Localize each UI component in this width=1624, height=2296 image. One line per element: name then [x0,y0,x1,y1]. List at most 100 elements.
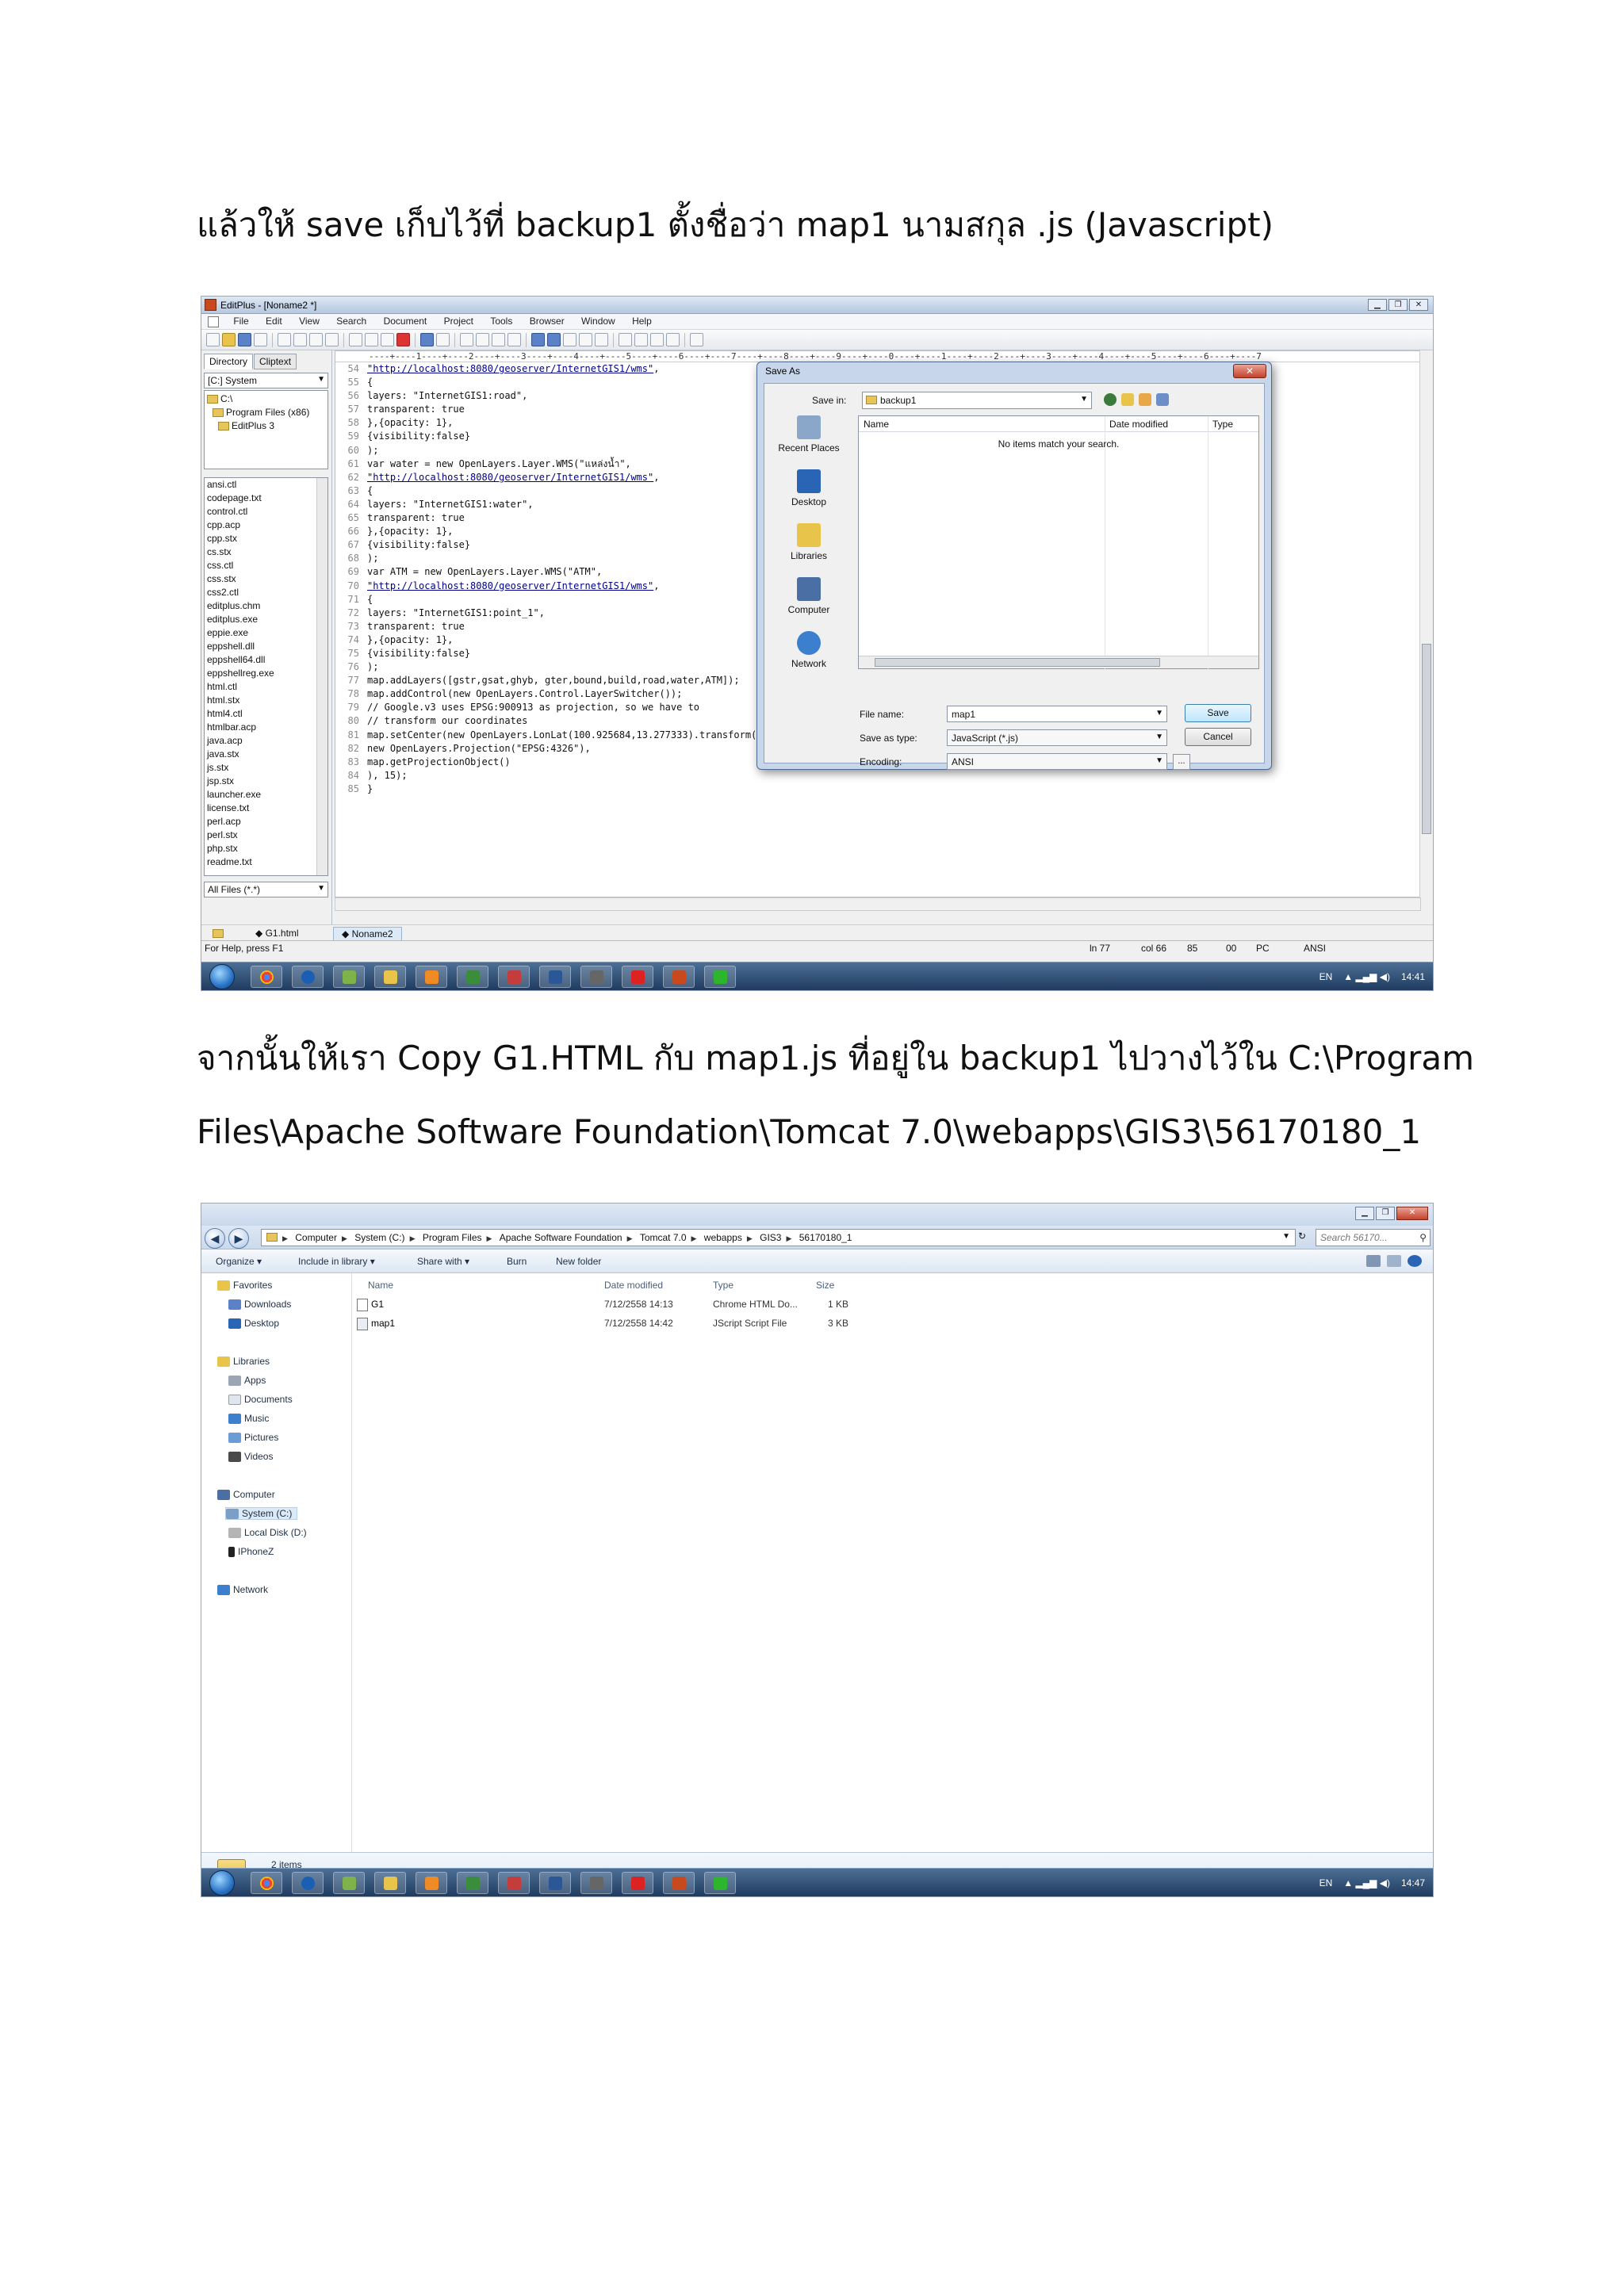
back-button[interactable]: ◀ [205,1228,225,1249]
maximize-button[interactable]: ❐ [1376,1207,1395,1220]
paint-icon[interactable] [498,966,530,988]
crumb-56170180-1[interactable]: 56170180_1 [799,1232,852,1243]
maximize-button[interactable]: ❐ [1388,299,1408,311]
nav-computer[interactable]: Computer [217,1489,275,1501]
file-list-item[interactable]: eppie.exe [205,626,327,640]
col-name[interactable]: Name [864,419,889,430]
explorer-icon[interactable] [374,1872,406,1894]
encoding-select[interactable]: ANSI ▼ [947,753,1167,770]
word-icon[interactable] [539,966,571,988]
nav-desktop[interactable]: Desktop [228,1318,279,1330]
encoding-more-button[interactable]: ... [1173,754,1190,770]
copy-icon[interactable] [365,333,378,346]
qgis-icon[interactable] [333,966,365,988]
col-size[interactable]: Size [816,1280,834,1291]
print-preview-icon[interactable] [278,333,291,346]
save-as-type-select[interactable]: JavaScript (*.js) ▼ [947,729,1167,746]
doc-tab-g1-html[interactable]: ◆ G1.html [247,927,307,939]
start-button[interactable] [209,1870,235,1896]
file-list-item[interactable]: editplus.exe [205,613,327,626]
share-with-button[interactable]: Share with ▾ [417,1256,469,1267]
file-list-item[interactable]: codepage.txt [205,492,327,505]
file-list-item[interactable]: cpp.acp [205,519,327,532]
col-type[interactable]: Type [1212,419,1233,430]
col-type[interactable]: Type [713,1280,733,1291]
tab-cliptext[interactable]: Cliptext [254,354,297,369]
file-list-item[interactable]: htmlbar.acp [205,721,327,734]
chevron-down-icon[interactable]: ▼ [1282,1232,1290,1241]
file-list-item[interactable]: js.stx [205,761,327,775]
menu-help[interactable]: Help [625,314,659,328]
menu-search[interactable]: Search [329,314,373,328]
app-icon[interactable] [457,966,488,988]
menu-window[interactable]: Window [574,314,622,328]
search-input[interactable]: Search 56170... ⚲ [1316,1229,1431,1246]
file-list-item[interactable]: perl.acp [205,815,327,828]
crumb-computer[interactable]: Computer [295,1232,337,1243]
organize-button[interactable]: Organize ▾ [216,1256,262,1267]
file-row[interactable]: G1 7/12/2558 14:13 Chrome HTML Do... 1 K… [352,1295,907,1313]
tray-icons[interactable]: ▲ ▂▄▆ ◀) [1343,971,1390,982]
pdf-icon[interactable] [622,1872,653,1894]
chrome-icon[interactable] [251,1872,282,1894]
cliptext-icon[interactable] [595,333,608,346]
editplus-taskbar-icon[interactable] [663,1872,695,1894]
place-computer[interactable]: Computer [769,577,848,615]
editor-horizontal-scrollbar[interactable] [335,897,1421,911]
close-button[interactable]: ✕ [1409,299,1428,311]
save-all-icon[interactable] [254,333,267,346]
file-list-item[interactable]: html.ctl [205,680,327,694]
doc-tab-noname2[interactable]: ◆ Noname2 [333,927,402,941]
dialog-file-area[interactable]: Name Date modified Type No items match y… [858,415,1259,670]
burn-button[interactable]: Burn [507,1256,527,1267]
file-list-item[interactable]: java.stx [205,748,327,761]
nav-local-disk-d[interactable]: Local Disk (D:) [228,1527,307,1539]
goto-icon[interactable] [492,333,505,346]
browser-icon[interactable] [580,966,612,988]
file-list-item[interactable]: css2.ctl [205,586,327,599]
nav-system-c[interactable]: System (C:) [225,1507,298,1521]
close-button[interactable]: ✕ [1396,1207,1428,1220]
language-indicator[interactable]: EN [1320,1877,1333,1888]
file-list-item[interactable]: perl.stx [205,828,327,842]
teamviewer-icon[interactable] [292,966,324,988]
nav-libraries[interactable]: Libraries [217,1356,270,1368]
help-icon[interactable] [1408,1255,1422,1267]
replace-icon[interactable] [476,333,489,346]
place-network[interactable]: Network [769,631,848,669]
nav-pictures[interactable]: Pictures [228,1432,278,1444]
file-filter-select[interactable]: All Files (*.*) ▼ [204,882,328,897]
nav-favorites[interactable]: Favorites [217,1280,272,1292]
include-in-library-button[interactable]: Include in library ▾ [298,1256,375,1267]
explorer-icon[interactable] [374,966,406,988]
crumb-apache[interactable]: Apache Software Foundation [500,1232,622,1243]
undo-icon[interactable] [420,333,434,346]
nav-iphone[interactable]: IPhoneZ [228,1546,274,1558]
clock[interactable]: 14:41 [1401,971,1425,982]
nav-documents[interactable]: Documents [228,1394,293,1406]
line-number-icon[interactable] [579,333,592,346]
redo-icon[interactable] [436,333,450,346]
help-icon[interactable] [690,333,703,346]
chrome-icon[interactable] [251,966,282,988]
nav-network[interactable]: Network [217,1584,268,1596]
file-list-item[interactable]: license.txt [205,802,327,815]
pdf-icon[interactable] [622,966,653,988]
save-in-select[interactable]: backup1 ▼ [862,392,1092,409]
cancel-button[interactable]: Cancel [1185,728,1251,746]
start-button[interactable] [209,964,235,989]
tab-directory[interactable]: Directory [204,354,254,369]
tile-icon[interactable] [634,333,648,346]
crumb-system[interactable]: System (C:) [354,1232,404,1243]
tree-item-c[interactable]: C:\ [207,393,232,404]
back-icon[interactable] [1104,393,1116,406]
save-icon[interactable] [238,333,251,346]
tree-item-editplus[interactable]: EditPlus 3 [218,420,274,431]
file-list-item[interactable]: jsp.stx [205,775,327,788]
delete-icon[interactable] [396,333,410,346]
file-list-item[interactable]: css.ctl [205,559,327,572]
word-icon[interactable] [539,1872,571,1894]
nav-videos[interactable]: Videos [228,1451,273,1463]
browser-icon[interactable] [325,333,339,346]
change-view-icon[interactable] [1366,1255,1381,1267]
